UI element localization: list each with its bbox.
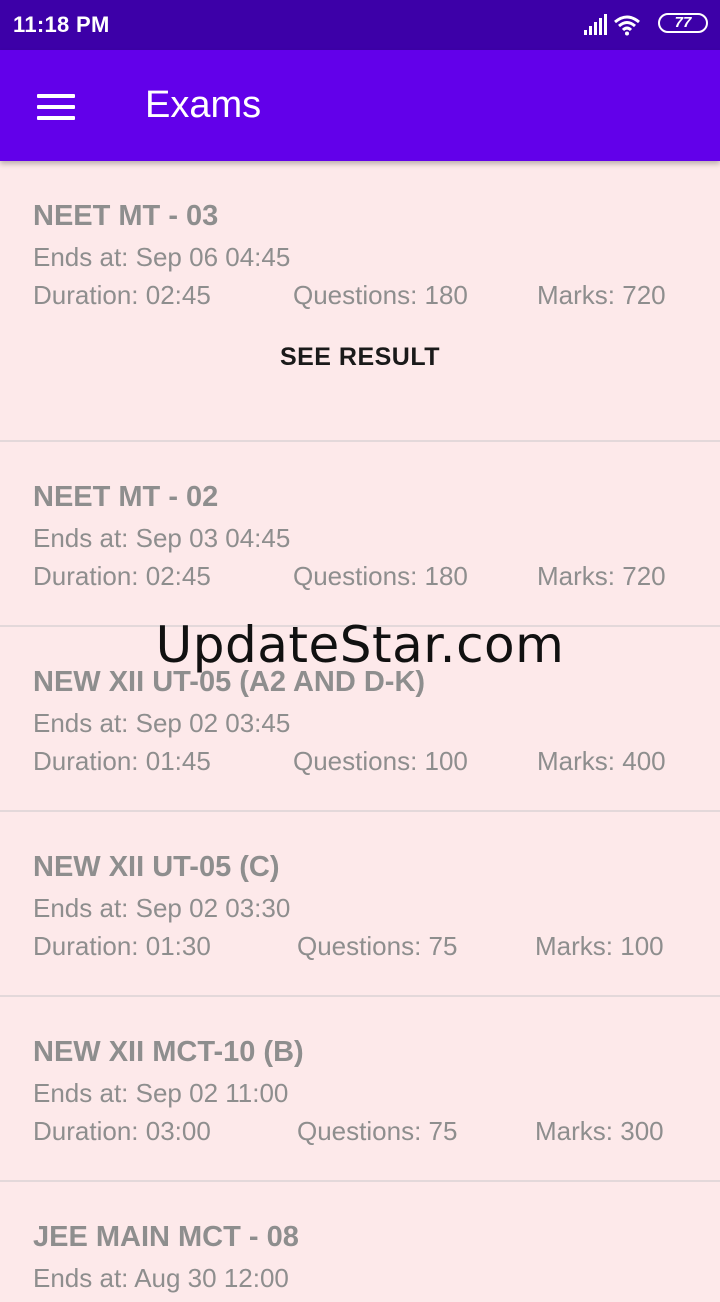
exam-card[interactable]: NEET MT - 02 Ends at: Sep 03 04:45 Durat…	[0, 442, 720, 627]
signal-icon	[584, 14, 607, 35]
watermark: UpdateStar.com	[155, 616, 565, 674]
exam-title: NEET MT - 02	[33, 481, 219, 513]
menu-button[interactable]	[28, 78, 84, 134]
exam-ends-at: Ends at: Sep 03 04:45	[33, 523, 291, 553]
exam-card[interactable]: NEW XII UT-05 (C) Ends at: Sep 02 03:30 …	[0, 812, 720, 997]
exam-duration: Duration: 01:45	[33, 746, 211, 776]
status-bar: 11:18 PM 77	[0, 0, 720, 50]
page-title: Exams	[145, 84, 262, 126]
exam-marks: Marks: 300	[535, 1116, 664, 1146]
exam-title: JEE MAIN MCT - 08	[33, 1221, 299, 1253]
exam-card[interactable]: JEE MAIN MCT - 08 Ends at: Aug 30 12:00	[0, 1182, 720, 1302]
status-time: 11:18 PM	[13, 12, 110, 37]
app-bar: Exams	[0, 50, 720, 161]
see-result-button[interactable]: SEE RESULT	[0, 343, 720, 372]
exam-questions: Questions: 180	[293, 561, 468, 591]
wifi-icon	[614, 15, 640, 36]
exam-questions: Questions: 180	[293, 280, 468, 310]
exam-marks: Marks: 720	[537, 280, 666, 310]
menu-icon	[37, 94, 75, 120]
exam-title: NEW XII UT-05 (C)	[33, 851, 280, 883]
exam-ends-at: Ends at: Sep 06 04:45	[33, 242, 291, 272]
exam-questions: Questions: 75	[297, 1116, 458, 1146]
exam-marks: Marks: 720	[537, 561, 666, 591]
exam-duration: Duration: 02:45	[33, 561, 211, 591]
exam-duration: Duration: 02:45	[33, 280, 211, 310]
exam-list: NEET MT - 03 Ends at: Sep 06 04:45 Durat…	[0, 161, 720, 1302]
battery-icon: 77	[658, 13, 708, 33]
exam-duration: Duration: 01:30	[33, 931, 211, 961]
exam-marks: Marks: 100	[535, 931, 664, 961]
exam-ends-at: Ends at: Sep 02 11:00	[33, 1078, 289, 1108]
exam-ends-at: Ends at: Sep 02 03:45	[33, 708, 291, 738]
exam-title: NEET MT - 03	[33, 200, 219, 232]
exam-card[interactable]: NEW XII MCT-10 (B) Ends at: Sep 02 11:00…	[0, 997, 720, 1182]
exam-ends-at: Ends at: Sep 02 03:30	[33, 893, 291, 923]
exam-questions: Questions: 75	[297, 931, 458, 961]
exam-title: NEW XII MCT-10 (B)	[33, 1036, 304, 1068]
exam-questions: Questions: 100	[293, 746, 468, 776]
exam-duration: Duration: 03:00	[33, 1116, 211, 1146]
exam-marks: Marks: 400	[537, 746, 666, 776]
exam-card[interactable]: NEET MT - 03 Ends at: Sep 06 04:45 Durat…	[0, 161, 720, 442]
exam-ends-at: Ends at: Aug 30 12:00	[33, 1263, 289, 1293]
